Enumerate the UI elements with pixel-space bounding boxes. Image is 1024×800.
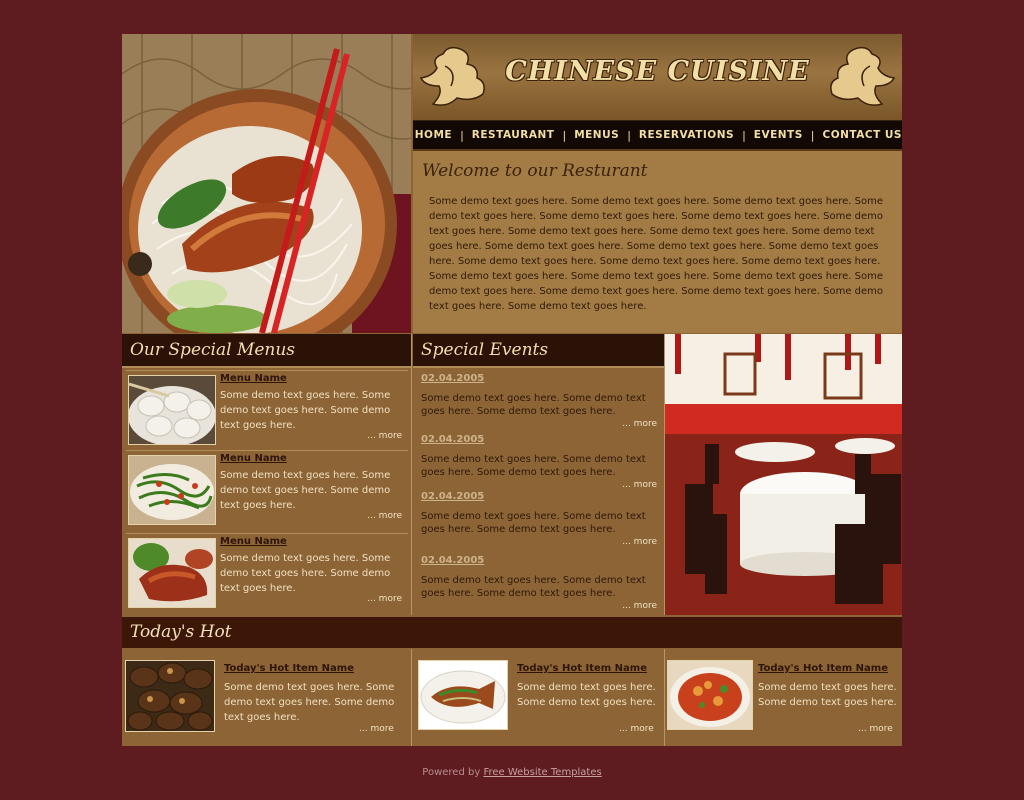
special-events-header: Special Events	[413, 334, 664, 368]
event-date[interactable]: 02.04.2005	[421, 555, 484, 566]
page-container: CHINESE CUISINE HOME | RESTAURANT | MENU…	[122, 34, 902, 746]
menu-item-name[interactable]: Menu Name	[220, 536, 287, 547]
menu-item: Menu Name Some demo text goes here. Some…	[126, 450, 408, 527]
mushrooms-photo[interactable]	[125, 660, 215, 732]
more-link[interactable]: ... more	[619, 724, 654, 734]
more-link[interactable]: ... more	[367, 594, 402, 604]
hot-item-text: Some demo text goes here. Some demo text…	[517, 682, 656, 708]
more-link[interactable]: ... more	[622, 419, 657, 429]
soup-bowl-photo[interactable]	[667, 660, 753, 730]
menu-item: Menu Name Some demo text goes here. Some…	[126, 370, 408, 447]
special-events-section: Special Events 02.04.2005 Some demo text…	[413, 334, 665, 615]
nav-events[interactable]: EVENTS	[754, 129, 803, 141]
nav-reservations[interactable]: RESERVATIONS	[639, 129, 734, 141]
event-date[interactable]: 02.04.2005	[421, 373, 484, 384]
main-nav: HOME | RESTAURANT | MENUS | RESERVATIONS…	[413, 121, 902, 151]
event-text: Some demo text goes here. Some demo text…	[421, 454, 646, 478]
footer-link[interactable]: Free Website Templates	[483, 767, 601, 778]
special-menus-section: Our Special Menus Menu Name Some demo te…	[122, 334, 412, 615]
hero-noodle-photo	[122, 34, 411, 333]
stir-fried-greens-photo[interactable]	[128, 455, 216, 525]
hot-item-text: Some demo text goes here. Some demo text…	[758, 682, 897, 708]
dining-room-photo	[665, 334, 902, 615]
event-date[interactable]: 02.04.2005	[421, 434, 484, 445]
hot-item-name[interactable]: Today's Hot Item Name	[758, 663, 888, 674]
special-menus-title: Our Special Menus	[130, 340, 296, 360]
special-menus-header: Our Special Menus	[122, 334, 411, 368]
more-link[interactable]: ... more	[622, 537, 657, 547]
more-link[interactable]: ... more	[367, 511, 402, 521]
steamed-fish-photo[interactable]	[418, 660, 508, 730]
footer-text: Powered by	[422, 767, 481, 778]
todays-hot-section: Today's Hot Item Name Some demo text goe…	[122, 649, 902, 746]
nav-menus[interactable]: MENUS	[574, 129, 619, 141]
todays-hot-header: Today's Hot	[122, 617, 902, 648]
menu-item-text: Some demo text goes here. Some demo text…	[220, 553, 391, 594]
hot-item-text: Some demo text goes here. Some demo text…	[224, 682, 395, 723]
more-link[interactable]: ... more	[367, 431, 402, 441]
nav-restaurant[interactable]: RESTAURANT	[472, 129, 555, 141]
menu-item-name[interactable]: Menu Name	[220, 453, 287, 464]
menu-item-text: Some demo text goes here. Some demo text…	[220, 390, 391, 431]
hot-item-name[interactable]: Today's Hot Item Name	[224, 663, 354, 674]
event-text: Some demo text goes here. Some demo text…	[421, 511, 646, 535]
hot-item: Today's Hot Item Name Some demo text goe…	[122, 649, 412, 746]
hot-item: Today's Hot Item Name Some demo text goe…	[413, 649, 665, 746]
menu-item-name[interactable]: Menu Name	[220, 373, 287, 384]
roast-duck-photo[interactable]	[128, 538, 216, 608]
nav-contact-us[interactable]: CONTACT US	[822, 129, 902, 141]
hot-item: Today's Hot Item Name Some demo text goe…	[665, 649, 902, 746]
more-link[interactable]: ... more	[858, 724, 893, 734]
event-text: Some demo text goes here. Some demo text…	[421, 393, 646, 417]
welcome-section: Welcome to our Resturant Some demo text …	[413, 151, 902, 333]
welcome-title: Welcome to our Resturant	[422, 161, 648, 181]
menu-item-text: Some demo text goes here. Some demo text…	[220, 470, 391, 511]
header-banner: CHINESE CUISINE	[413, 34, 902, 121]
todays-hot-title: Today's Hot	[130, 622, 232, 642]
menu-item: Menu Name Some demo text goes here. Some…	[126, 533, 408, 610]
welcome-text: Some demo text goes here. Some demo text…	[429, 196, 884, 312]
event-text: Some demo text goes here. Some demo text…	[421, 575, 646, 599]
dragon-right-icon	[830, 46, 896, 106]
dumplings-photo[interactable]	[128, 375, 216, 445]
more-link[interactable]: ... more	[622, 601, 657, 611]
nav-home[interactable]: HOME	[415, 129, 452, 141]
more-link[interactable]: ... more	[359, 724, 394, 734]
special-events-title: Special Events	[421, 340, 549, 360]
footer: Powered by Free Website Templates	[0, 767, 1024, 778]
event-date[interactable]: 02.04.2005	[421, 491, 484, 502]
hot-item-name[interactable]: Today's Hot Item Name	[517, 663, 647, 674]
more-link[interactable]: ... more	[622, 480, 657, 490]
